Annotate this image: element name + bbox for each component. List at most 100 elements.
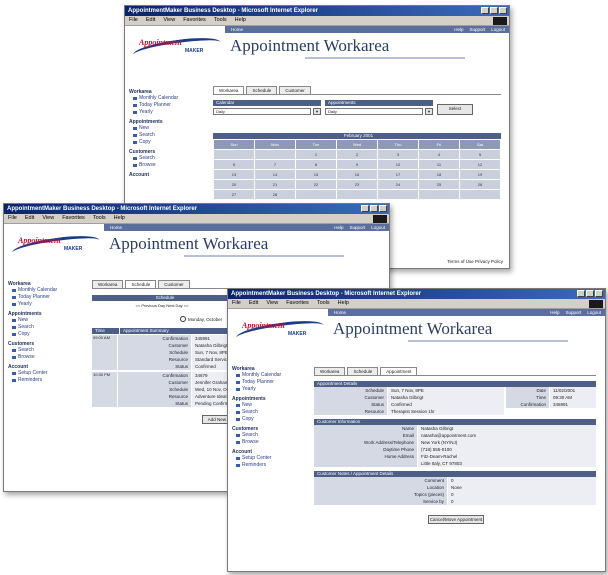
day-cell[interactable]	[213, 149, 255, 160]
sidebar-item-new[interactable]: New	[232, 402, 288, 409]
cancel-move-appointment-button[interactable]: Cancel/Move Appointment	[428, 515, 484, 524]
menu-view[interactable]: View	[42, 214, 54, 223]
day-cell[interactable]: 10	[377, 159, 419, 170]
menu-tools[interactable]: Tools	[93, 214, 106, 223]
sidebar-item-customer-search[interactable]: Search	[129, 155, 185, 162]
day-cell[interactable]: 12	[459, 159, 501, 170]
nav-logout[interactable]: Logout	[587, 309, 601, 316]
sidebar-item-copy[interactable]: Copy	[232, 416, 288, 423]
sidebar-item-yearly[interactable]: Yearly	[129, 109, 185, 116]
sidebar-item-monthly-calendar[interactable]: Monthly Calendar	[8, 287, 64, 294]
nav-help[interactable]: Help	[334, 224, 343, 231]
sidebar-item-monthly-calendar[interactable]: Monthly Calendar	[129, 95, 185, 102]
tab-workarea[interactable]: Workarea	[314, 367, 346, 375]
day-cell[interactable]: 2	[336, 149, 378, 160]
menu-favorites[interactable]: Favorites	[286, 299, 309, 308]
menu-edit[interactable]: Edit	[25, 214, 34, 223]
day-navigation[interactable]: << Previous Day Next Day >>	[92, 303, 232, 308]
day-cell[interactable]: 16	[336, 169, 378, 180]
sidebar-item-reminders[interactable]: Reminders	[232, 462, 288, 469]
menu-tools[interactable]: Tools	[214, 16, 227, 25]
sidebar-item-browse[interactable]: Browse	[232, 439, 288, 446]
menu-help[interactable]: Help	[338, 299, 349, 308]
day-cell[interactable]: 8	[295, 159, 337, 170]
menu-edit[interactable]: Edit	[249, 299, 258, 308]
day-cell[interactable]	[459, 189, 501, 200]
day-cell[interactable]	[295, 189, 337, 200]
day-cell[interactable]: 3	[377, 149, 419, 160]
sidebar-item-yearly[interactable]: Yearly	[8, 301, 64, 308]
sidebar-item-monthly-calendar[interactable]: Monthly Calendar	[232, 372, 288, 379]
calendar-select[interactable]: Daily	[213, 108, 311, 115]
sidebar-item-browse[interactable]: Browse	[129, 162, 185, 169]
sidebar-item-customer-search[interactable]: Search	[232, 432, 288, 439]
day-cell[interactable]: 4	[418, 149, 460, 160]
close-icon[interactable]	[379, 205, 387, 212]
menu-file[interactable]: File	[129, 16, 138, 25]
sidebar-item-search[interactable]: Search	[8, 324, 64, 331]
day-cell[interactable]	[418, 189, 460, 200]
menu-file[interactable]: File	[232, 299, 241, 308]
sidebar-item-browse[interactable]: Browse	[8, 354, 64, 361]
close-icon[interactable]	[595, 290, 603, 297]
day-cell[interactable]: 13	[213, 169, 255, 180]
day-cell[interactable]: 19	[459, 169, 501, 180]
day-cell[interactable]: 14	[254, 169, 296, 180]
nav-support[interactable]: Support	[565, 309, 581, 316]
maximize-icon[interactable]	[586, 290, 594, 297]
sidebar-item-today-planner[interactable]: Today Planner	[232, 379, 288, 386]
sidebar-item-today-planner[interactable]: Today Planner	[8, 294, 64, 301]
day-cell[interactable]: 15	[295, 169, 337, 180]
sidebar-item-new[interactable]: New	[129, 125, 185, 132]
day-cell[interactable]: 6	[213, 159, 255, 170]
nav-help[interactable]: Help	[550, 309, 559, 316]
sidebar-item-search[interactable]: Search	[129, 132, 185, 139]
day-cell[interactable]: 11	[418, 159, 460, 170]
appointments-select[interactable]: Daily	[325, 108, 423, 115]
nav-home[interactable]: Home	[110, 224, 122, 231]
sidebar-item-reminders[interactable]: Reminders	[8, 377, 64, 384]
menu-favorites[interactable]: Favorites	[183, 16, 206, 25]
menu-help[interactable]: Help	[235, 16, 246, 25]
close-icon[interactable]	[499, 7, 507, 14]
day-cell[interactable]: 27	[213, 189, 255, 200]
day-cell[interactable]: 20	[213, 179, 255, 190]
tab-customer[interactable]: Customer	[279, 86, 311, 94]
menu-help[interactable]: Help	[114, 214, 125, 223]
day-cell[interactable]: 21	[254, 179, 296, 190]
menu-edit[interactable]: Edit	[146, 16, 155, 25]
day-cell[interactable]: 24	[377, 179, 419, 190]
tab-workarea[interactable]: Workarea	[213, 86, 245, 94]
sidebar-item-search[interactable]: Search	[232, 409, 288, 416]
sidebar-item-yearly[interactable]: Yearly	[232, 386, 288, 393]
day-cell[interactable]: 26	[459, 179, 501, 190]
tab-workarea[interactable]: Workarea	[92, 280, 124, 288]
minimize-icon[interactable]	[577, 290, 585, 297]
sidebar-item-copy[interactable]: Copy	[8, 331, 64, 338]
day-cell[interactable]: 9	[336, 159, 378, 170]
sidebar-item-setup-center[interactable]: Setup Center	[232, 455, 288, 462]
appointments-select-chevron-icon[interactable]: ▾	[425, 108, 433, 115]
brand-logo[interactable]: Appointment MAKER	[132, 32, 225, 64]
nav-support[interactable]: Support	[349, 224, 365, 231]
sidebar-item-setup-center[interactable]: Setup Center	[8, 370, 64, 377]
maximize-icon[interactable]	[490, 7, 498, 14]
tab-schedule[interactable]: Schedule	[347, 367, 379, 375]
day-cell[interactable]: 18	[418, 169, 460, 180]
menu-tools[interactable]: Tools	[317, 299, 330, 308]
sidebar-item-new[interactable]: New	[8, 317, 64, 324]
calendar-select-chevron-icon[interactable]: ▾	[313, 108, 321, 115]
day-cell[interactable]: 5	[459, 149, 501, 160]
nav-home[interactable]: Home	[231, 26, 243, 33]
menu-view[interactable]: View	[163, 16, 175, 25]
menu-file[interactable]: File	[8, 214, 17, 223]
footer-links[interactable]: Terms of Use Privacy Policy	[447, 259, 503, 264]
minimize-icon[interactable]	[361, 205, 369, 212]
day-cell[interactable]	[336, 189, 378, 200]
nav-logout[interactable]: Logout	[371, 224, 385, 231]
day-cell[interactable]: 17	[377, 169, 419, 180]
tab-schedule[interactable]: Schedule	[246, 86, 278, 94]
radio-icon[interactable]	[180, 316, 186, 322]
tab-customer[interactable]: Customer	[158, 280, 190, 288]
select-button[interactable]: Select	[437, 104, 473, 115]
